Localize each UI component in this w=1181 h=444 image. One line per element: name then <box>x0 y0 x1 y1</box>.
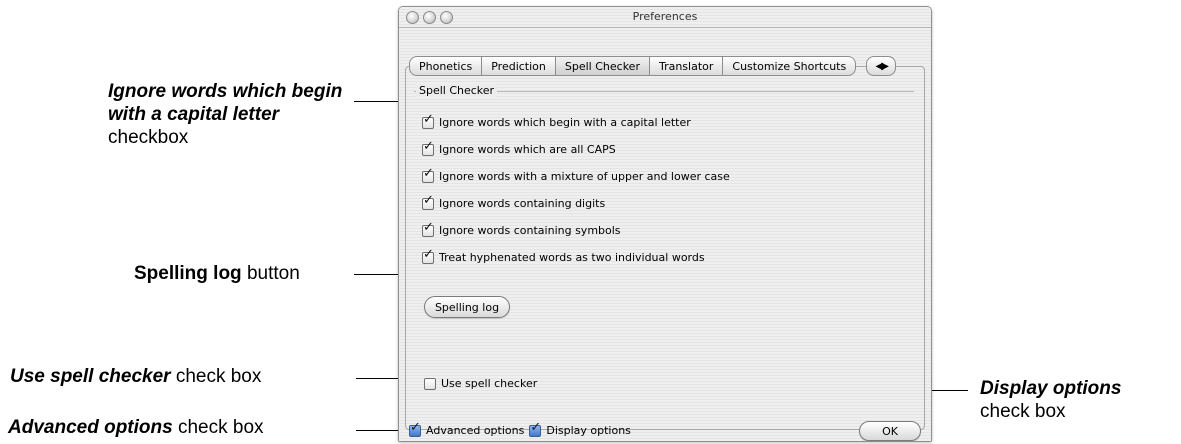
option-ignore-digits[interactable]: ✓ Ignore words containing digits <box>422 194 606 210</box>
preferences-window: Preferences Spell Checker ✓ Ignore words… <box>398 6 932 442</box>
tab-translator[interactable]: Translator <box>649 56 724 76</box>
callout-use-spell-checker-suffix: check box <box>175 366 262 387</box>
checkmark-icon: ✓ <box>423 219 434 235</box>
checkmark-icon: ✓ <box>423 246 434 262</box>
callout-use-spell-checker-emph: Use spell checker <box>10 366 171 387</box>
checkbox-ignore-digits[interactable]: ✓ <box>422 194 434 210</box>
checkmark-icon: ✓ <box>410 419 421 435</box>
callout-ignore-capital-emph: Ignore words which begin with a capital … <box>108 81 343 125</box>
callout-ignore-capital-suffix: checkbox <box>108 127 189 148</box>
option-use-spell-checker[interactable]: Use spell checker <box>424 377 537 390</box>
title-bar[interactable]: Preferences <box>399 7 931 28</box>
tab-prediction[interactable]: Prediction <box>482 56 556 76</box>
option-ignore-mixed-case[interactable]: ✓ Ignore words with a mixture of upper a… <box>422 167 730 183</box>
callout-advanced-options-suffix: check box <box>177 417 264 438</box>
option-ignore-all-caps[interactable]: ✓ Ignore words which are all CAPS <box>422 140 616 156</box>
label-ignore-all-caps: Ignore words which are all CAPS <box>439 143 616 156</box>
option-ignore-capital-letter[interactable]: ✓ Ignore words which begin with a capita… <box>422 113 691 129</box>
window-title: Preferences <box>632 10 698 23</box>
label-treat-hyphenated: Treat hyphenated words as two individual… <box>439 251 705 264</box>
tab-phonetics[interactable]: Phonetics <box>409 56 483 76</box>
checkmark-icon: ✓ <box>423 111 434 127</box>
callout-advanced-options-emph: Advanced options <box>8 417 173 438</box>
label-advanced-options: Advanced options <box>426 424 525 437</box>
spell-checker-group: Spell Checker ✓ Ignore words which begin… <box>414 84 914 374</box>
label-ignore-mixed-case: Ignore words with a mixture of upper and… <box>439 170 730 183</box>
label-ignore-capital-letter: Ignore words which begin with a capital … <box>439 116 691 129</box>
checkmark-icon: ✓ <box>423 192 434 208</box>
callout-ignore-capital: Ignore words which begin with a capital … <box>108 80 348 149</box>
checkbox-advanced-options[interactable]: ✓ <box>409 421 421 437</box>
callout-spelling-log-suffix: button <box>246 263 300 284</box>
spell-checker-group-title: Spell Checker <box>416 84 498 97</box>
callout-use-spell-checker: Use spell checker check box <box>10 365 261 388</box>
checkbox-use-spell-checker[interactable] <box>424 377 436 390</box>
label-display-options: Display options <box>546 424 631 437</box>
preferences-tab-bar: Phonetics Prediction Spell Checker Trans… <box>409 56 897 76</box>
checkbox-ignore-all-caps[interactable]: ✓ <box>422 140 434 156</box>
ok-button[interactable]: OK <box>859 421 921 441</box>
tab-content-panel: Spell Checker ✓ Ignore words which begin… <box>405 66 925 430</box>
callout-display-options: Display options check box <box>980 377 1176 423</box>
spelling-log-button[interactable]: Spelling log <box>424 296 510 318</box>
checkmark-icon: ✓ <box>530 419 542 435</box>
callout-spelling-log: Spelling log button <box>134 262 300 285</box>
option-ignore-symbols[interactable]: ✓ Ignore words containing symbols <box>422 221 621 237</box>
label-ignore-symbols: Ignore words containing symbols <box>439 224 621 237</box>
tab-scroll-arrows-icon[interactable]: ◀▶ <box>866 56 897 76</box>
window-body: Spell Checker ✓ Ignore words which begin… <box>399 28 931 441</box>
callout-display-options-emph: Display options <box>980 378 1122 399</box>
tab-spell-checker[interactable]: Spell Checker <box>555 56 650 76</box>
checkbox-treat-hyphenated[interactable]: ✓ <box>422 248 434 264</box>
tab-customize-shortcuts[interactable]: Customize Shortcuts <box>723 56 857 76</box>
callout-advanced-options: Advanced options check box <box>8 416 264 439</box>
checkbox-ignore-symbols[interactable]: ✓ <box>422 221 434 237</box>
checkbox-display-options[interactable]: ✓ <box>529 421 542 437</box>
checkbox-ignore-capital-letter[interactable]: ✓ <box>422 113 434 129</box>
label-ignore-digits: Ignore words containing digits <box>439 197 606 210</box>
checkmark-icon: ✓ <box>423 165 434 181</box>
option-advanced-options[interactable]: ✓ Advanced options ✓ Display options <box>409 421 631 437</box>
checkbox-ignore-mixed-case[interactable]: ✓ <box>422 167 434 183</box>
checkmark-icon: ✓ <box>423 138 434 154</box>
callout-spelling-log-emph: Spelling log <box>134 263 242 284</box>
callout-display-options-suffix: check box <box>980 401 1066 422</box>
label-use-spell-checker: Use spell checker <box>441 377 538 390</box>
option-treat-hyphenated[interactable]: ✓ Treat hyphenated words as two individu… <box>422 248 705 264</box>
